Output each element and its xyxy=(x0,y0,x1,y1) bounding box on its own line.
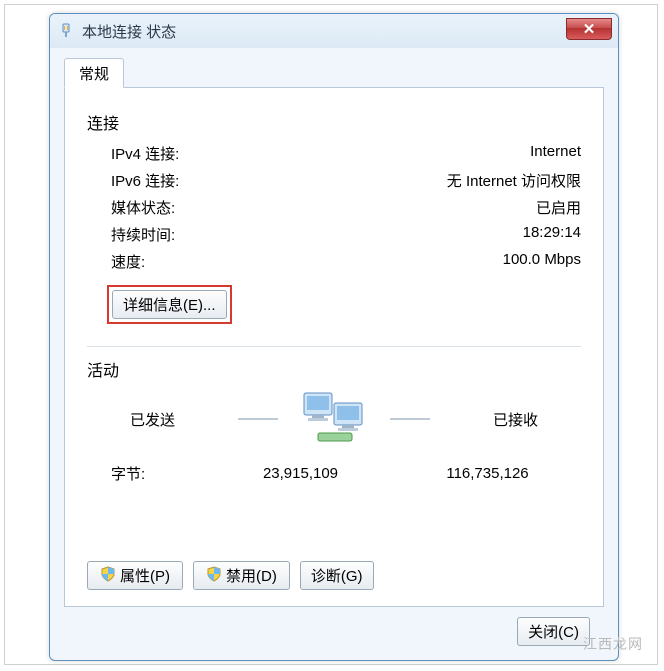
network-adapter-icon xyxy=(58,23,74,39)
bytes-received-value: 116,735,126 xyxy=(394,465,581,482)
shield-icon xyxy=(100,566,116,586)
connection-heading: 连接 xyxy=(87,110,581,134)
close-window-button[interactable]: ✕ xyxy=(566,18,612,40)
row-ipv4: IPv4 连接: Internet xyxy=(87,140,581,167)
bytes-label: 字节: xyxy=(87,463,207,484)
bytes-sent-value: 23,915,109 xyxy=(207,465,394,482)
properties-button[interactable]: 属性(P) xyxy=(87,561,183,590)
media-state-value: 已启用 xyxy=(536,197,581,218)
ipv6-label: IPv6 连接: xyxy=(111,170,179,191)
row-speed: 速度: 100.0 Mbps xyxy=(87,248,581,275)
dash-left xyxy=(238,418,278,420)
shield-icon xyxy=(206,566,222,586)
network-computers-icon xyxy=(298,389,370,449)
disable-button-label: 禁用(D) xyxy=(226,565,277,586)
close-icon: ✕ xyxy=(583,20,596,38)
disable-button[interactable]: 禁用(D) xyxy=(193,561,290,590)
activity-heading: 活动 xyxy=(87,357,581,381)
properties-button-label: 属性(P) xyxy=(120,565,170,586)
titlebar: 本地连接 状态 ✕ xyxy=(50,14,618,48)
tab-general[interactable]: 常规 xyxy=(64,58,124,88)
received-label: 已接收 xyxy=(450,409,581,430)
activity-header: 已发送 xyxy=(87,389,581,449)
speed-label: 速度: xyxy=(111,251,145,272)
ipv4-label: IPv4 连接: xyxy=(111,143,179,164)
tab-page-general: 连接 IPv4 连接: Internet IPv6 连接: 无 Internet… xyxy=(64,87,604,607)
client-area: 常规 连接 IPv4 连接: Internet IPv6 连接: 无 Inter… xyxy=(50,48,618,658)
diagnose-button-label: 诊断(G) xyxy=(311,568,363,585)
dialog-footer: 关闭(C) xyxy=(64,607,604,646)
sent-label: 已发送 xyxy=(87,409,218,430)
ipv6-value: 无 Internet 访问权限 xyxy=(447,170,581,191)
tab-strip: 常规 xyxy=(64,58,604,88)
close-button[interactable]: 关闭(C) xyxy=(517,617,590,646)
window-title: 本地连接 状态 xyxy=(82,21,176,42)
media-state-label: 媒体状态: xyxy=(111,197,175,218)
details-button[interactable]: 详细信息(E)... xyxy=(112,290,227,319)
row-duration: 持续时间: 18:29:14 xyxy=(87,221,581,248)
details-button-label: 详细信息(E)... xyxy=(123,297,216,314)
screenshot-frame: 本地连接 状态 ✕ 常规 连接 IPv4 连接: Internet IPv6 连… xyxy=(4,4,658,665)
divider xyxy=(87,346,581,347)
tab-general-label: 常规 xyxy=(79,66,109,83)
diagnose-button[interactable]: 诊断(G) xyxy=(300,561,374,590)
ipv4-value: Internet xyxy=(530,143,581,164)
duration-label: 持续时间: xyxy=(111,224,175,245)
watermark-text: 江西龙网 xyxy=(583,634,643,654)
close-button-label: 关闭(C) xyxy=(528,624,579,641)
row-media: 媒体状态: 已启用 xyxy=(87,194,581,221)
action-buttons: 属性(P) 禁用(D) 诊断(G) xyxy=(87,561,374,590)
row-ipv6: IPv6 连接: 无 Internet 访问权限 xyxy=(87,167,581,194)
details-highlight: 详细信息(E)... xyxy=(107,285,232,324)
speed-value: 100.0 Mbps xyxy=(503,251,581,272)
duration-value: 18:29:14 xyxy=(523,224,581,245)
status-dialog: 本地连接 状态 ✕ 常规 连接 IPv4 连接: Internet IPv6 连… xyxy=(49,13,619,661)
dash-right xyxy=(390,418,430,420)
row-bytes: 字节: 23,915,109 116,735,126 xyxy=(87,463,581,484)
